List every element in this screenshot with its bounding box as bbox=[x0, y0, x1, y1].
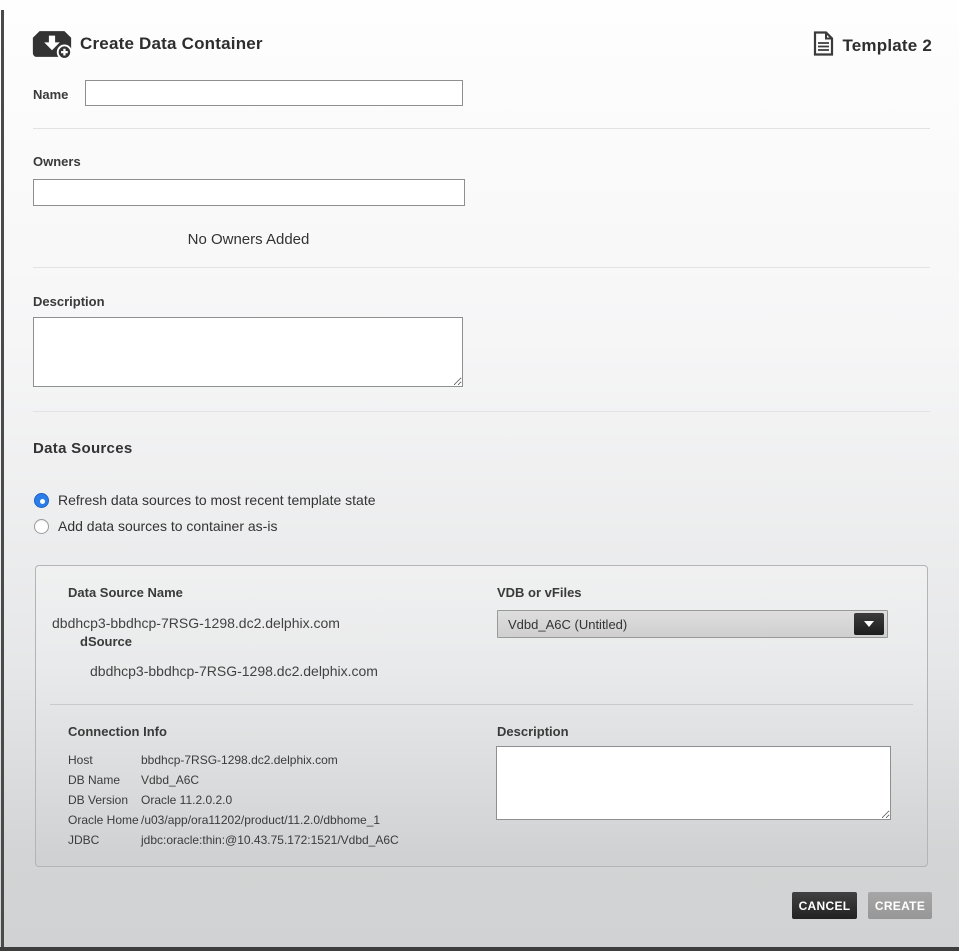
data-source-name-header: Data Source Name bbox=[68, 585, 183, 600]
data-sources-heading: Data Sources bbox=[33, 440, 132, 457]
template-source-name: dbdhcp3-bbdhcp-7RSG-1298.dc2.delphix.com bbox=[52, 615, 340, 631]
radio-add-as-is[interactable]: Add data sources to container as-is bbox=[34, 518, 277, 534]
vdb-select[interactable]: Vdbd_A6C (Untitled) bbox=[497, 610, 888, 638]
dsource-label: dSource bbox=[80, 634, 132, 649]
conn-value: Vdbd_A6C bbox=[141, 773, 199, 787]
conn-value: Oracle 11.2.0.2.0 bbox=[141, 793, 232, 807]
vdb-or-vfiles-header: VDB or vFiles bbox=[497, 585, 582, 600]
create-data-container-icon bbox=[30, 29, 74, 65]
conn-row-oracle-home: Oracle Home /u03/app/ora11202/product/11… bbox=[68, 810, 399, 830]
cancel-button[interactable]: CANCEL bbox=[792, 892, 857, 919]
source-description-label: Description bbox=[497, 724, 569, 739]
template-badge: Template 2 bbox=[813, 31, 932, 61]
create-data-container-dialog: Create Data Container Template 2 Name Ow… bbox=[0, 0, 959, 951]
panel-divider bbox=[50, 704, 913, 705]
document-icon bbox=[813, 31, 834, 61]
conn-value: bbdhcp-7RSG-1298.dc2.delphix.com bbox=[141, 753, 338, 767]
owners-label: Owners bbox=[33, 154, 81, 169]
vdb-selected-value: Vdbd_A6C (Untitled) bbox=[498, 617, 854, 632]
connection-info-header: Connection Info bbox=[68, 724, 167, 739]
conn-label: JDBC bbox=[68, 833, 141, 847]
conn-label: Host bbox=[68, 753, 141, 767]
divider bbox=[33, 267, 930, 268]
window-bottom-edge bbox=[0, 947, 959, 951]
radio-refresh-data-sources[interactable]: Refresh data sources to most recent temp… bbox=[34, 492, 376, 508]
conn-label: Oracle Home bbox=[68, 813, 141, 827]
name-label: Name bbox=[33, 87, 68, 102]
radio-unselected-icon[interactable] bbox=[34, 519, 49, 534]
description-textarea[interactable] bbox=[33, 317, 463, 387]
window-left-edge bbox=[1, 10, 4, 951]
divider bbox=[33, 411, 930, 412]
radio-refresh-label: Refresh data sources to most recent temp… bbox=[58, 492, 376, 508]
conn-row-db-name: DB Name Vdbd_A6C bbox=[68, 770, 399, 790]
description-label: Description bbox=[33, 294, 105, 309]
no-owners-message: No Owners Added bbox=[33, 231, 464, 248]
template-name: Template 2 bbox=[842, 36, 932, 56]
dsource-name: dbdhcp3-bbdhcp-7RSG-1298.dc2.delphix.com bbox=[90, 663, 378, 679]
radio-add-as-is-label: Add data sources to container as-is bbox=[58, 518, 277, 534]
source-description-textarea[interactable] bbox=[496, 746, 891, 820]
chevron-down-icon bbox=[864, 621, 874, 627]
owners-input[interactable] bbox=[33, 179, 465, 206]
divider bbox=[33, 128, 930, 129]
conn-label: DB Name bbox=[68, 773, 141, 787]
conn-row-db-version: DB Version Oracle 11.2.0.2.0 bbox=[68, 790, 399, 810]
name-input[interactable] bbox=[85, 80, 463, 106]
create-button[interactable]: CREATE bbox=[868, 892, 932, 919]
page-title: Create Data Container bbox=[80, 34, 263, 54]
conn-row-jdbc: JDBC jdbc:oracle:thin:@10.43.75.172:1521… bbox=[68, 830, 399, 850]
dropdown-button[interactable] bbox=[854, 613, 884, 635]
conn-value: jdbc:oracle:thin:@10.43.75.172:1521/Vdbd… bbox=[141, 833, 399, 847]
conn-value: /u03/app/ora11202/product/11.2.0/dbhome_… bbox=[141, 813, 380, 827]
data-source-panel: Data Source Name dbdhcp3-bbdhcp-7RSG-129… bbox=[35, 565, 928, 867]
radio-selected-icon[interactable] bbox=[34, 493, 49, 508]
conn-label: DB Version bbox=[68, 793, 141, 807]
conn-row-host: Host bbdhcp-7RSG-1298.dc2.delphix.com bbox=[68, 750, 399, 770]
connection-info-table: Host bbdhcp-7RSG-1298.dc2.delphix.com DB… bbox=[68, 750, 399, 850]
